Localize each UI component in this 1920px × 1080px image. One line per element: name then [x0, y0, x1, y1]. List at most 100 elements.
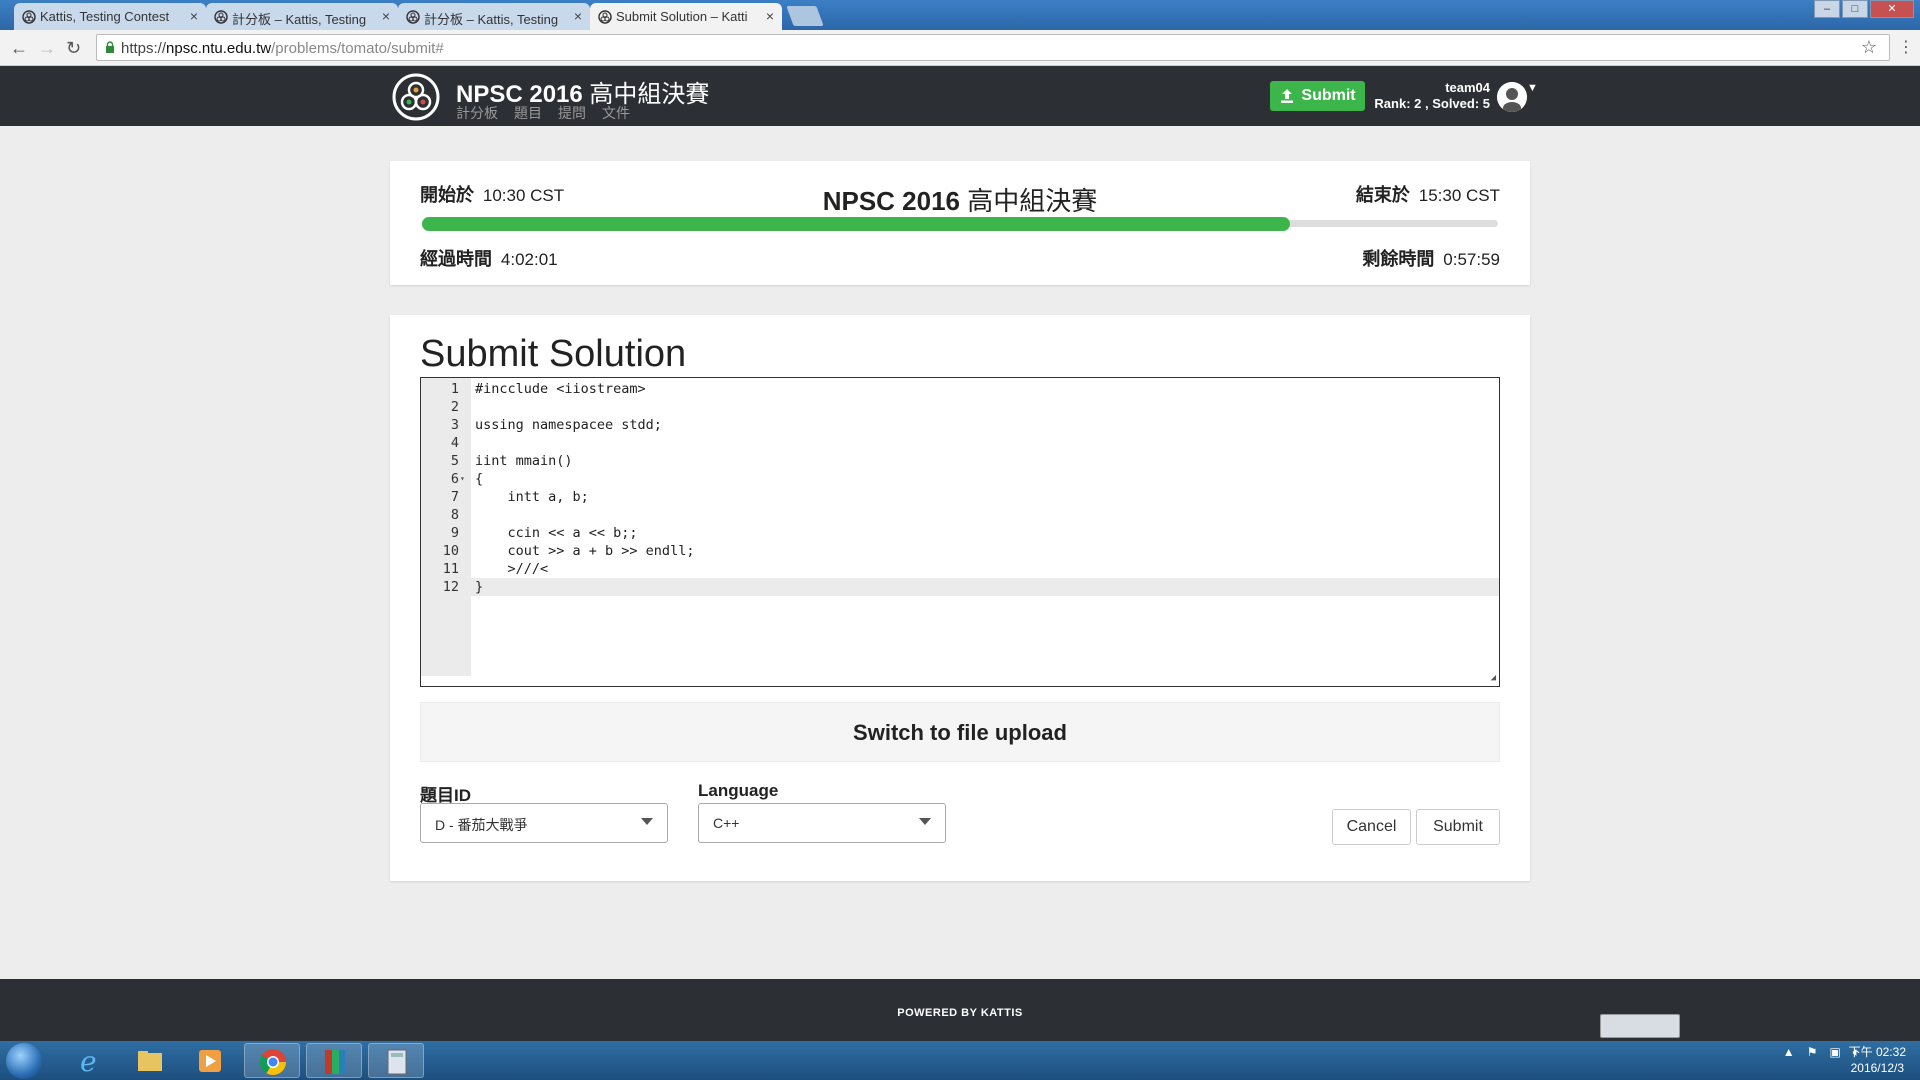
switch-to-file-upload-button[interactable]: Switch to file upload [420, 702, 1500, 762]
dropdown-caret-icon [641, 818, 653, 825]
close-tab-icon[interactable]: × [574, 8, 582, 24]
team-info: team04 Rank: 2 , Solved: 5 [1360, 80, 1490, 112]
kattis-favicon-icon [406, 10, 420, 24]
header-submit-button[interactable]: Submit [1270, 81, 1365, 111]
browser-tab-strip: Kattis, Testing Contest × 計分板 – Kattis, … [0, 0, 1920, 30]
nav-clarifications[interactable]: 提問 [558, 103, 586, 123]
kattis-favicon-icon [214, 10, 228, 24]
submit-button[interactable]: Submit [1416, 809, 1500, 845]
browser-menu-icon[interactable]: ⋮ [1898, 37, 1914, 57]
resize-handle-icon[interactable]: ◢ [1491, 673, 1496, 683]
team-rank: Rank: 2 , Solved: 5 [1374, 96, 1490, 111]
close-tab-icon[interactable]: × [190, 8, 198, 24]
line-number: 3 [450, 417, 459, 433]
line-number: 4 [450, 435, 459, 451]
forward-icon[interactable]: → [38, 38, 56, 59]
close-tab-icon[interactable]: × [766, 8, 774, 24]
team-name: team04 [1445, 80, 1490, 95]
fold-toggle-icon[interactable]: ▾ [460, 470, 465, 488]
code-text: iint mmain() [475, 453, 573, 469]
code-line[interactable]: 6 ▾ { [421, 470, 1499, 488]
code-text: #incclude <iiostream> [475, 381, 646, 397]
code-line[interactable]: 10 cout >> a + b >> endll; [421, 542, 1499, 560]
chevron-down-icon[interactable]: ▼ [1527, 82, 1538, 94]
code-line[interactable]: 5 iint mmain() [421, 452, 1499, 470]
browser-tab[interactable]: 計分板 – Kattis, Testing × [398, 3, 590, 30]
line-number: 1 [450, 381, 459, 397]
url-text: https://npsc.ntu.edu.tw/problems/tomato/… [121, 40, 444, 57]
network-icon[interactable]: ▣ [1829, 1045, 1840, 1060]
elapsed-label: 經過時間 [420, 249, 492, 269]
cancel-button[interactable]: Cancel [1332, 809, 1411, 845]
tab-title: Submit Solution – Katti [616, 9, 748, 24]
calculator-icon[interactable] [368, 1043, 424, 1078]
browser-tab-active[interactable]: Submit Solution – Katti × [590, 3, 782, 30]
contest-end: 結束於 15:30 CST [1356, 181, 1500, 207]
line-number: 6 [450, 471, 459, 487]
site-nav: 計分板 題目 提問 文件 [456, 103, 630, 123]
header-submit-label: Submit [1301, 87, 1356, 104]
language-bar[interactable] [1600, 1014, 1680, 1038]
url-input[interactable]: https://npsc.ntu.edu.tw/problems/tomato/… [96, 34, 1890, 61]
code-text: >///< [475, 561, 549, 577]
line-number: 9 [450, 525, 459, 541]
browser-tab[interactable]: Kattis, Testing Contest × [14, 3, 206, 30]
code-line[interactable]: 2 [421, 398, 1499, 416]
media-player-icon[interactable] [182, 1043, 238, 1078]
elapsed-value: 4:02:01 [500, 250, 558, 269]
progress-bar-fill [422, 217, 1290, 231]
code-line[interactable]: 1 #incclude <iiostream> [421, 380, 1499, 398]
nav-documents[interactable]: 文件 [602, 103, 630, 123]
tab-title: 計分板 – Kattis, Testing [424, 12, 559, 27]
system-clock[interactable]: 下午 02:32 2016/12/3 [1849, 1044, 1906, 1076]
window-controls: – □ ✕ [1814, 0, 1914, 18]
line-number: 12 [442, 579, 459, 595]
reload-icon[interactable]: ↻ [66, 38, 81, 59]
close-tab-icon[interactable]: × [382, 8, 390, 24]
browser-tab[interactable]: 計分板 – Kattis, Testing × [206, 3, 398, 30]
end-label: 結束於 [1355, 185, 1410, 205]
code-line[interactable]: 11 >///< [421, 560, 1499, 578]
problem-select[interactable]: D - 番茄大戰爭 [420, 803, 668, 843]
winrar-icon[interactable] [306, 1043, 362, 1078]
kattis-favicon-icon [598, 10, 612, 24]
back-icon[interactable]: ← [10, 38, 28, 59]
code-line[interactable]: 9 ccin << a << b;; [421, 524, 1499, 542]
address-bar: ← → ↻ https://npsc.ntu.edu.tw/problems/t… [0, 30, 1920, 66]
kattis-logo-icon[interactable] [391, 72, 441, 122]
code-editor[interactable]: 1 #incclude <iiostream> 2 3 ussing namespace… [420, 377, 1500, 687]
elapsed-time: 經過時間 4:02:01 [420, 245, 558, 271]
action-center-icon[interactable]: ⚑ [1807, 1045, 1818, 1060]
code-line[interactable]: 7 intt a, b; [421, 488, 1499, 506]
line-number: 5 [450, 453, 459, 469]
code-text: ccin << a << b;; [475, 525, 638, 541]
window-close-icon[interactable]: ✕ [1870, 0, 1914, 18]
line-number: 11 [442, 561, 459, 577]
code-text: intt a, b; [475, 489, 589, 505]
new-tab-button[interactable] [786, 6, 824, 26]
url-host: npsc.ntu.edu.tw [166, 40, 272, 57]
maximize-icon[interactable]: □ [1842, 0, 1868, 18]
code-line[interactable]: 8 [421, 506, 1499, 524]
bookmark-star-icon[interactable]: ☆ [1861, 37, 1877, 58]
remaining-time: 剩餘時間 0:57:59 [1362, 245, 1500, 271]
language-select[interactable]: C++ [698, 803, 946, 843]
code-line[interactable]: 4 [421, 434, 1499, 452]
contest-title-en: NPSC 2016 [822, 186, 961, 216]
tray-expand-icon[interactable]: ▲ [1783, 1045, 1795, 1060]
start-button-icon[interactable] [6, 1043, 42, 1079]
tab-title: 計分板 – Kattis, Testing [232, 12, 367, 27]
chrome-icon[interactable] [244, 1043, 300, 1078]
minimize-icon[interactable]: – [1814, 0, 1840, 18]
svg-text:e: e [80, 1045, 97, 1078]
code-line[interactable]: 3 ussing namespacee stdd; [421, 416, 1499, 434]
avatar-icon[interactable] [1497, 82, 1527, 112]
line-number: 2 [450, 399, 459, 415]
file-explorer-icon[interactable] [122, 1043, 178, 1078]
nav-problems[interactable]: 題目 [514, 103, 542, 123]
contest-status-card: 開始於 10:30 CST NPSC 2016 高中組決賽 結束於 15:30 … [390, 161, 1530, 285]
internet-explorer-icon[interactable]: e [62, 1043, 118, 1078]
nav-scoreboard[interactable]: 計分板 [456, 103, 498, 123]
code-line[interactable]: 12} [421, 578, 1499, 596]
line-number: 10 [442, 543, 459, 559]
